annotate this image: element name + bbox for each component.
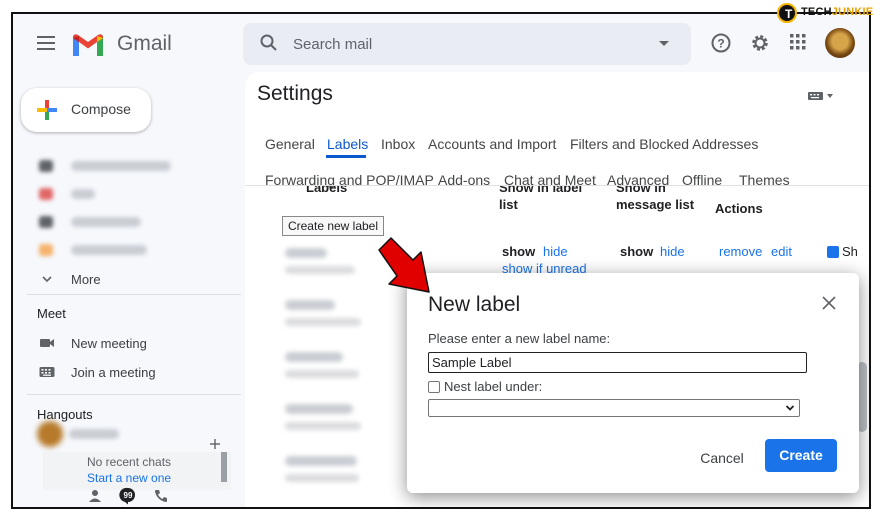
watermark-text: TECHJUNKIE <box>801 6 874 18</box>
label-name-prompt: Please enter a new label name: <box>428 331 611 346</box>
techjunkie-logo-icon: T <box>777 3 797 23</box>
red-arrow-annotation <box>378 237 430 293</box>
cancel-button[interactable]: Cancel <box>687 443 757 473</box>
close-icon[interactable] <box>821 295 837 311</box>
label-name-input[interactable] <box>428 352 807 373</box>
dialog-title: New label <box>428 293 521 316</box>
nest-label-text: Nest label under: <box>444 379 543 394</box>
new-label-dialog: New label Please enter a new label name:… <box>407 273 859 493</box>
chevron-down-icon <box>785 405 795 411</box>
parent-label-select[interactable] <box>428 399 800 417</box>
nest-label-checkbox[interactable] <box>428 381 440 393</box>
create-button[interactable]: Create <box>765 439 837 472</box>
techjunkie-watermark: T TECHJUNKIE <box>777 3 877 23</box>
gmail-window: Gmail Search mail ? Compose More Meet Ne… <box>11 12 871 509</box>
